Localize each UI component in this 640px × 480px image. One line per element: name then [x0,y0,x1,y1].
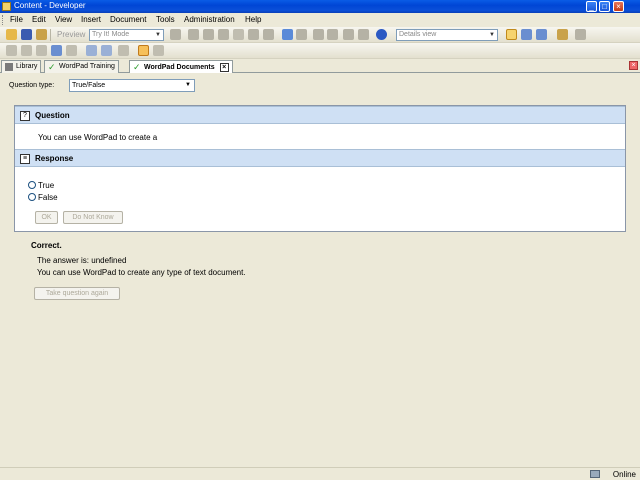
question-type-select[interactable]: True/False ▼ [69,79,195,92]
menu-document[interactable]: Document [110,15,146,24]
check-icon: ✓ [48,62,56,72]
document-tabs: Library ✓ WordPad Training ✓ WordPad Doc… [0,59,640,74]
minimize-button[interactable]: _ [586,1,597,12]
record-icon[interactable] [170,29,181,40]
view-combo[interactable]: Details view ▼ [396,29,498,41]
question-panel: ? Question You can use WordPad to create… [14,105,626,232]
image-icon[interactable] [51,45,62,56]
redo-icon[interactable] [296,29,307,40]
publish-icon[interactable] [36,29,47,40]
folder-up-icon[interactable] [557,29,568,40]
network-icon [590,470,600,478]
sync-icon[interactable] [575,29,586,40]
response-header: ≡ Response [15,149,625,167]
close-button[interactable]: × [613,1,624,12]
status-online: Online [612,470,636,479]
tab-label: WordPad Training [59,63,115,70]
chevron-down-icon: ▼ [489,32,495,38]
question-text: You can use WordPad to create a [38,133,158,142]
feedback-answer: The answer is: undefined [37,256,127,265]
binoculars-icon[interactable] [343,29,354,40]
check-icon: ✓ [133,62,141,72]
title-bar: Content - Developer _ □ × [0,0,640,13]
chevron-down-icon: ▼ [185,82,191,88]
response-icon: ≡ [20,154,30,164]
main-toolbar: Preview Try It! Mode ▼ Details view ▼ [0,27,640,43]
ok-button[interactable]: OK [35,211,58,224]
take-question-again-button[interactable]: Take question again [34,287,120,300]
user-search-icon[interactable] [153,45,164,56]
outdent-icon[interactable] [6,45,17,56]
tab-wordpad-documents[interactable]: ✓ WordPad Documents × [129,60,233,74]
page-icon[interactable] [118,45,129,56]
preview-button[interactable]: Preview [57,30,85,39]
app-icon [2,2,11,11]
do-not-know-button[interactable]: Do Not Know [63,211,123,224]
question-heading: Question [35,111,70,120]
option-label: True [38,181,55,190]
view-combo-value: Details view [399,31,437,38]
tab-wordpad-training[interactable]: ✓ WordPad Training [44,60,119,73]
split-horizontal-icon[interactable] [521,29,532,40]
question-icon: ? [20,111,30,121]
insert-icon[interactable] [313,29,324,40]
layout-icon[interactable] [506,29,517,40]
mode-combo-value: Try It! Mode [92,31,130,38]
library-icon [5,63,13,71]
help-icon[interactable] [376,29,387,40]
option-label: False [38,193,58,202]
menu-tools[interactable]: Tools [156,15,175,24]
frame-icon[interactable] [36,45,47,56]
radio-button[interactable] [28,181,36,189]
cut-icon[interactable] [188,29,199,40]
menu-view[interactable]: View [55,15,72,24]
tab-label: WordPad Documents [144,64,215,71]
paste-icon[interactable] [218,29,229,40]
delete-icon[interactable] [233,29,244,40]
response-heading: Response [35,154,74,163]
find-icon[interactable] [263,29,274,40]
close-pane-icon[interactable]: × [629,61,638,70]
tab-close-icon[interactable]: × [219,63,229,72]
menu-insert[interactable]: Insert [81,15,101,24]
remove-icon[interactable] [327,29,338,40]
menu-edit[interactable]: Edit [32,15,46,24]
menu-grip [2,15,5,25]
secondary-toolbar [0,43,640,59]
move-up-icon[interactable] [86,45,97,56]
copy-icon[interactable] [203,29,214,40]
split-vertical-icon[interactable] [536,29,547,40]
radio-button[interactable] [28,193,36,201]
toolbar-separator [50,29,51,41]
feedback-title: Correct. [31,241,62,250]
menu-bar: File Edit View Insert Document Tools Adm… [0,13,640,27]
menu-help[interactable]: Help [245,15,261,24]
edit-pencil-icon[interactable] [138,45,149,56]
menu-administration[interactable]: Administration [184,15,235,24]
window-title: Content - Developer [14,1,86,10]
undo-icon[interactable] [282,29,293,40]
question-type-label: Question type: [9,82,55,89]
question-editor: Question type: True/False ▼ ? Question Y… [0,73,640,467]
option-false[interactable]: False [28,193,58,202]
filter-icon[interactable] [358,29,369,40]
tab-library[interactable]: Library [1,60,42,73]
mode-combo[interactable]: Try It! Mode ▼ [89,29,164,41]
maximize-button[interactable]: □ [599,1,610,12]
save-icon[interactable] [21,29,32,40]
menu-file[interactable]: File [10,15,23,24]
feedback-explanation: You can use WordPad to create any type o… [37,268,246,277]
properties-icon[interactable] [248,29,259,40]
question-type-value: True/False [72,82,106,89]
status-bar: Online [0,467,640,480]
tab-label: Library [16,63,38,70]
option-true[interactable]: True [28,181,54,190]
move-down-icon[interactable] [101,45,112,56]
open-icon[interactable] [6,29,17,40]
chevron-down-icon: ▼ [155,32,161,38]
indent-icon[interactable] [21,45,32,56]
table-icon[interactable] [66,45,77,56]
question-header: ? Question [15,106,625,124]
